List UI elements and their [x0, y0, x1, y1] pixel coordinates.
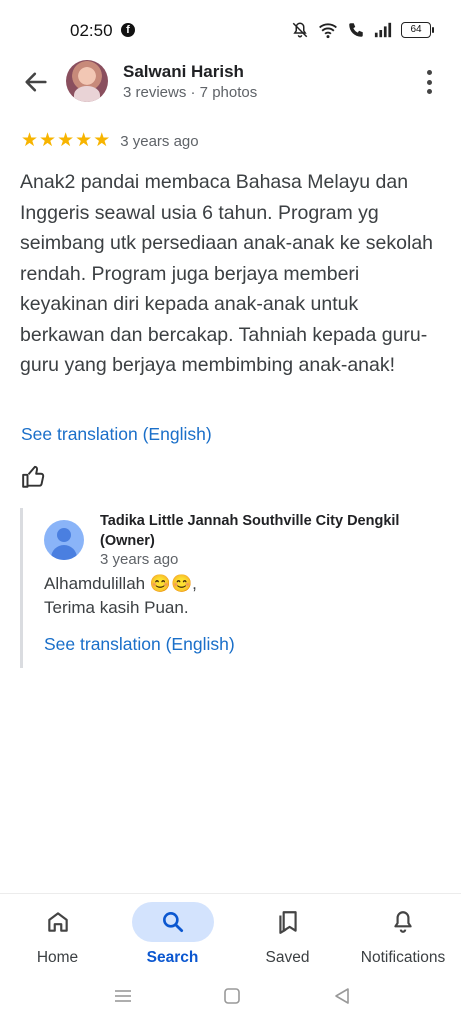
more-options-icon[interactable]	[425, 70, 433, 94]
nav-notifications[interactable]: Notifications	[345, 894, 461, 976]
owner-see-translation-link[interactable]: See translation (English)	[44, 634, 235, 655]
owner-avatar	[44, 520, 84, 560]
bell-icon	[394, 911, 412, 933]
rating-row: ★ ★ ★ ★ ★ 3 years ago	[21, 131, 199, 151]
thumbs-up-icon[interactable]	[21, 464, 47, 490]
owner-reply-time: 3 years ago	[100, 551, 179, 568]
see-translation-link[interactable]: See translation (English)	[21, 424, 212, 445]
nav-saved[interactable]: Saved	[230, 894, 345, 976]
nav-home-label: Home	[36, 949, 79, 966]
nav-search[interactable]: Search	[115, 894, 230, 976]
owner-name: Tadika Little Jannah Southville City Den…	[100, 513, 400, 549]
recent-apps-icon[interactable]	[114, 987, 132, 1005]
system-navigation	[0, 975, 461, 1024]
home-icon	[47, 912, 68, 932]
review-header: Salwani Harish 3 reviews · 7 photos	[0, 60, 461, 106]
status-icons: 64	[291, 21, 434, 39]
reviewer-name[interactable]: Salwani Harish	[123, 62, 244, 82]
reviewer-avatar[interactable]	[66, 60, 108, 102]
wifi-call-icon	[349, 23, 363, 37]
signal-icon	[374, 22, 392, 38]
review-time: 3 years ago	[120, 132, 199, 150]
reply-divider	[20, 508, 23, 668]
star-rating: ★ ★ ★ ★ ★	[21, 131, 110, 151]
star-icon: ★	[21, 130, 39, 151]
star-icon: ★	[75, 130, 93, 151]
owner-reply-text: Alhamdulillah 😊😊, Terima kasih Puan.	[44, 572, 197, 620]
review-text: Anak2 pandai membaca Bahasa Melayu dan I…	[20, 171, 434, 376]
facebook-icon: f	[121, 23, 135, 37]
owner-reply-line: Terima kasih Puan.	[44, 598, 189, 617]
search-icon	[162, 912, 183, 933]
owner-reply-line: Alhamdulillah 😊😊,	[44, 574, 197, 593]
star-icon: ★	[57, 130, 75, 151]
status-time: 02:50	[70, 21, 113, 40]
nav-home[interactable]: Home	[0, 894, 115, 976]
star-icon: ★	[39, 130, 57, 151]
status-bar: 02:50 f 64	[0, 0, 461, 62]
wifi-icon	[319, 23, 337, 39]
star-icon: ★	[93, 130, 111, 151]
nav-search-label: Search	[146, 949, 199, 966]
reviewer-meta: 3 reviews · 7 photos	[123, 84, 258, 101]
back-button-icon[interactable]	[333, 987, 351, 1005]
bottom-navigation: Home Search Saved Notifications	[0, 893, 461, 975]
home-button-icon[interactable]	[223, 987, 241, 1005]
saved-icon	[278, 911, 297, 934]
battery-icon: 64	[401, 22, 434, 38]
nav-notifications-label: Notifications	[360, 949, 446, 966]
back-arrow-icon[interactable]	[22, 68, 50, 96]
nav-saved-label: Saved	[265, 949, 310, 966]
mute-icon	[292, 22, 308, 38]
